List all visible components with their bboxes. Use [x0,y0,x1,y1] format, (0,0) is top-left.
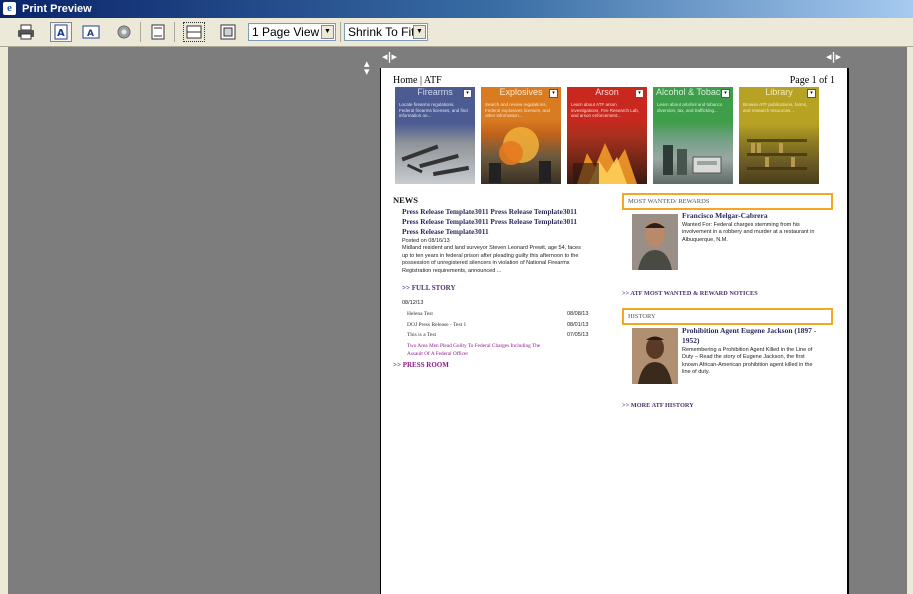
right-scroll-edge [907,47,913,594]
window-title-bar: e Print Preview [0,0,913,18]
banner-alcohol-tobacco: Alcohol & Tobacco ▾ Learn about alcohol … [653,87,733,184]
news-item[interactable]: Helena Test [407,311,433,317]
news-item-date: 07/05/13 [567,332,589,338]
expand-icon[interactable]: ▾ [807,89,816,98]
left-scroll-edge [0,47,8,594]
history-photo [632,328,678,384]
news-item-date: 08/01/13 [567,322,589,328]
news-item[interactable]: This is a Test [407,332,436,338]
more-history-link[interactable]: >> MORE ATF HISTORY [622,402,694,409]
news-body-line: up to ten years in federal prison after … [402,252,579,259]
banner-image [489,127,551,183]
news-body-line: Registration requirements, announced ... [402,267,502,274]
banner-explosives: Explosives ▾ Search and review regulatio… [481,87,561,184]
news-item[interactable]: DOJ Press Release - Test 1 [407,322,466,328]
page-header-left: Home | ATF [393,75,442,86]
history-desc-line: Duty – Read the story of Eugene Jackson,… [682,354,805,361]
right-margin-marker-icon[interactable]: ◂|▸ [826,50,841,63]
shrink-value: Shrink To Fit [348,25,415,39]
banner-desc: Learn about alcohol and tobacco diversio… [657,102,723,113]
most-wanted-link[interactable]: >> ATF MOST WANTED & REWARD NOTICES [622,290,758,297]
news-title-line: Press Release Template3011 Press Release… [402,207,578,216]
news-title-line: Press Release Template3011 [402,227,489,236]
history-box: HISTORY [622,308,833,325]
page-view-value: 1 Page View [252,25,320,39]
news-title-line: Press Release Template3011 Press Release… [402,217,578,226]
page-header-right: Page 1 of 1 [789,75,835,86]
svg-text:A: A [87,29,94,39]
shrink-to-fit-select[interactable]: Shrink To Fit ▼ [344,23,428,41]
news-body-line: possession of unregistered silencers in … [402,260,570,267]
left-margin-marker-icon[interactable]: ◂|▸ [382,50,397,63]
banner-firearms: Firearms ▾ Locate firearms regulations, … [395,87,475,184]
portrait-icon[interactable]: A [50,22,72,42]
news-highlight-line: Two Area Men Plead Guilty To Federal Cha… [407,343,541,349]
banner-arson: Arson ▾ Learn about ATF arson investigat… [567,87,647,184]
expand-icon[interactable]: ▾ [549,89,558,98]
news-item-highlight[interactable]: Two Area Men Plead Guilty To Federal Cha… [407,342,540,358]
banner-library: Library ▾ Browse ATF publications, forms… [739,87,819,184]
banner-desc: Search and review regulations, Federal e… [485,102,551,118]
news-heading: NEWS [393,195,419,205]
wanted-name[interactable]: Francisco Melgar-Cabrera [682,211,768,220]
news-title[interactable]: Press Release Template3011 Press Release… [402,207,612,237]
wanted-desc-line: Wanted For: Federal charges stemming fro… [682,222,800,228]
history-desc-line: Remembering a Prohibition Agent Killed i… [682,347,813,353]
expand-icon[interactable]: ▾ [721,89,730,98]
page-view-select[interactable]: 1 Page View ▼ [248,23,336,41]
window-title: Print Preview [22,3,92,15]
page-setup-icon[interactable] [113,22,135,42]
banner-image [663,145,722,175]
news-highlight-line: Assault Of A Federal Officer [407,351,469,357]
history-desc-line: known African-American prohibition agent… [682,361,813,368]
wanted-desc-line: involvement in a robbery and murder at a… [682,229,815,236]
landscape-icon[interactable]: A [80,22,102,42]
banner-desc: Locate firearms regulations, Federal fir… [399,102,468,118]
banner-desc: Browse ATF publications, forms, and rese… [743,102,808,113]
news-body: Posted on 08/16/13 Midland resident and … [402,238,614,275]
top-margin-marker-icon[interactable]: ▴ ▾ [364,58,370,77]
expand-icon[interactable]: ▾ [463,89,472,98]
full-story-link[interactable]: >> FULL STORY [402,284,456,292]
ie-logo-icon: e [3,2,16,15]
banner-image [573,143,637,184]
news-posted: Posted on 08/16/13 [402,238,450,244]
news-list-date: 08/12/13 [402,300,424,306]
toolbar: A A 1 Page View ▼ Shrink To Fit ▼ [0,18,913,47]
chevron-down-icon[interactable]: ▼ [321,25,334,39]
header-footer-icon[interactable] [147,22,169,42]
banner-desc: Learn about ATF arson investigations, Fi… [571,102,640,118]
history-name[interactable]: Prohibition Agent Eugene Jackson (1897 -… [682,326,816,346]
full-width-icon[interactable] [183,22,205,42]
most-wanted-box: MOST WANTED/ REWARDS [622,193,833,210]
wanted-photo [632,214,678,270]
banner-image [747,139,807,170]
history-name-line: Prohibition Agent Eugene Jackson (1897 - [682,326,817,335]
history-name-line: 1952) [682,336,700,345]
printer-icon[interactable] [15,22,37,42]
full-page-icon[interactable] [217,22,239,42]
expand-icon[interactable]: ▾ [635,89,644,98]
wanted-desc-line: Albuquerque, N.M. [682,236,728,243]
banner-image [401,144,470,177]
news-body-line: Midland resident and land surveyor Steve… [402,245,581,252]
chevron-down-icon[interactable]: ▼ [413,25,426,39]
preview-page: Home | ATF Page 1 of 1 Firearms ▾ Locate… [380,68,849,594]
svg-text:A: A [57,28,65,39]
news-item-date: 08/08/13 [567,311,589,317]
wanted-desc: Wanted For: Federal charges stemming fro… [682,222,832,244]
history-desc-line: line of duty. [682,369,710,376]
press-room-link[interactable]: >> PRESS ROOM [393,361,449,369]
history-desc: Remembering a Prohibition Agent Killed i… [682,347,832,377]
